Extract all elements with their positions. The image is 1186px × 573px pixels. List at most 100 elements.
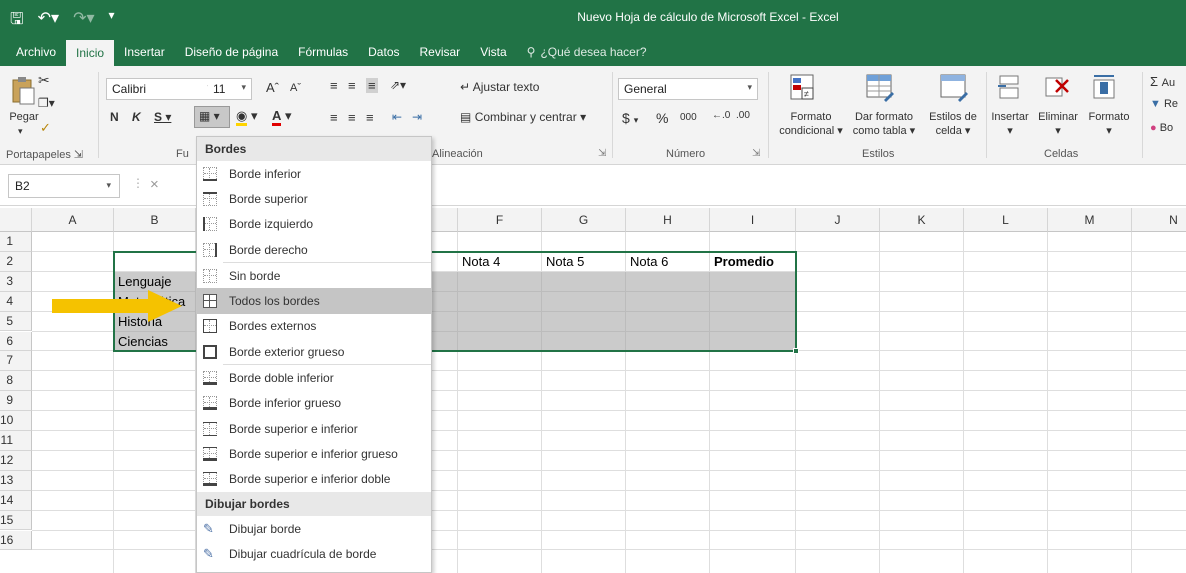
menu-item-none[interactable]: Sin borde [197, 263, 431, 288]
align-right-icon[interactable]: ≡ [366, 110, 374, 125]
column-header-l[interactable]: L [964, 208, 1048, 232]
column-header-k[interactable]: K [880, 208, 964, 232]
column-header-h[interactable]: H [626, 208, 710, 232]
tab-revisar[interactable]: Revisar [410, 38, 471, 66]
thousands-button[interactable]: 000 [680, 112, 697, 123]
column-header-i[interactable]: I [710, 208, 796, 232]
italic-button[interactable]: K [132, 110, 141, 124]
format-cells-icon[interactable] [1092, 74, 1118, 100]
insert-cells-icon[interactable] [996, 74, 1022, 100]
insert-cells-label[interactable]: Insertar ▾ [986, 110, 1034, 138]
spreadsheet-grid[interactable]: ABCDEFGHIJKLMN12345678910111213141516Not… [0, 208, 1186, 573]
cell-h2[interactable]: Nota 6 [630, 254, 668, 269]
decrease-decimal-icon[interactable]: .00 [736, 110, 750, 121]
column-header-f[interactable]: F [458, 208, 542, 232]
borders-button[interactable]: ▦ ▾ [194, 106, 230, 128]
column-header-m[interactable]: M [1048, 208, 1132, 232]
cell-b6[interactable]: Ciencias [118, 334, 168, 349]
menu-item-double[interactable]: Borde doble inferior [197, 365, 431, 390]
menu-item-topthick[interactable]: Borde superior e inferior grueso [197, 441, 431, 466]
paste-dropdown-icon[interactable]: ▾ [18, 126, 23, 137]
cancel-icon[interactable]: × [150, 176, 159, 193]
menu-item-topbottom[interactable]: Borde superior e inferior [197, 416, 431, 441]
align-top-icon[interactable]: ≡ [330, 78, 338, 93]
row-header-2[interactable]: 2 [0, 251, 32, 272]
align-center-icon[interactable]: ≡ [348, 110, 356, 125]
row-header-7[interactable]: 7 [0, 351, 32, 372]
grow-font-icon[interactable]: Aˆ [266, 80, 279, 95]
increase-decimal-icon[interactable]: ←.0 [712, 110, 730, 121]
tell-me-search[interactable]: ⚲ ¿Qué desea hacer? [517, 38, 657, 66]
fill-button[interactable]: ▼ Re [1150, 98, 1178, 110]
decrease-indent-icon[interactable]: ⇤ [392, 110, 402, 124]
paste-icon[interactable] [10, 76, 36, 105]
row-header-8[interactable]: 8 [0, 371, 32, 392]
row-header-16[interactable]: 16 [0, 530, 32, 551]
row-header-9[interactable]: 9 [0, 391, 32, 412]
wrap-text-button[interactable]: ↵ Ajustar texto [460, 80, 539, 94]
delete-cells-label[interactable]: Eliminar ▾ [1034, 110, 1082, 138]
menu-item-left[interactable]: Borde izquierdo [197, 212, 431, 237]
row-header-4[interactable]: 4 [0, 291, 32, 312]
row-header-11[interactable]: 11 [0, 431, 32, 451]
autosum-button[interactable]: Σ Au [1150, 74, 1175, 89]
dialog-launcher-icon[interactable]: ⇲ [74, 149, 83, 161]
column-header-j[interactable]: J [796, 208, 880, 232]
menu-item-thick[interactable]: Borde exterior grueso [197, 339, 431, 364]
paste-label[interactable]: Pegar [4, 110, 44, 124]
format-table-icon[interactable] [866, 74, 894, 102]
row-header-6[interactable]: 6 [0, 331, 32, 352]
menu-item-thickbottom[interactable]: Borde inferior grueso [197, 391, 431, 416]
menu-item-right[interactable]: Borde derecho [197, 237, 431, 262]
cell-f2[interactable]: Nota 4 [462, 254, 500, 269]
row-header-13[interactable]: 13 [0, 470, 32, 491]
conditional-format-label[interactable]: Formato condicional ▾ [776, 110, 846, 138]
row-header-14[interactable]: 14 [0, 490, 32, 511]
menu-item-draw-border-grid[interactable]: ✎ Dibujar cuadrícula de borde [197, 541, 431, 566]
cell-styles-label[interactable]: Estilos de celda ▾ [920, 110, 986, 138]
fill-handle[interactable] [793, 348, 799, 355]
conditional-format-icon[interactable]: ≠ [790, 74, 816, 100]
increase-indent-icon[interactable]: ⇥ [412, 110, 422, 124]
fill-color-icon[interactable]: ◉ ▾ [236, 108, 257, 126]
menu-item-topdouble[interactable]: Borde superior e inferior doble [197, 467, 431, 492]
align-middle-icon[interactable]: ≡ [348, 78, 356, 93]
tab-inicio[interactable]: Inicio [66, 40, 115, 66]
currency-button[interactable]: $ ▾ [622, 110, 638, 126]
font-name-combo[interactable]: Calibri▾ [106, 78, 218, 100]
menu-item-top[interactable]: Borde superior [197, 186, 431, 211]
column-header-n[interactable]: N [1132, 208, 1186, 232]
row-header-15[interactable]: 15 [0, 510, 32, 531]
copy-icon[interactable]: ❐▾ [38, 96, 55, 110]
delete-cells-icon[interactable] [1044, 74, 1070, 100]
tab-vista[interactable]: Vista [470, 38, 516, 66]
row-header-10[interactable]: 10 [0, 411, 32, 431]
menu-item-all[interactable]: Todos los bordes [197, 288, 431, 314]
row-header-3[interactable]: 3 [0, 271, 32, 292]
underline-button[interactable]: S ▾ [154, 110, 171, 124]
bold-button[interactable]: N [110, 110, 119, 124]
format-table-label[interactable]: Dar formato como tabla ▾ [846, 110, 922, 138]
shrink-font-icon[interactable]: Aˇ [290, 82, 301, 94]
column-header-b[interactable]: B [114, 208, 196, 232]
column-header-a[interactable]: A [32, 208, 114, 232]
select-all-corner[interactable] [0, 208, 32, 232]
align-left-icon[interactable]: ≡ [330, 110, 338, 125]
merge-center-button[interactable]: ▤ Combinar y centrar ▾ [460, 110, 586, 124]
menu-item-outside[interactable]: Bordes externos [197, 314, 431, 339]
cell-styles-icon[interactable] [940, 74, 968, 102]
row-header-12[interactable]: 12 [0, 450, 32, 471]
column-header-g[interactable]: G [542, 208, 626, 232]
cut-icon[interactable]: ✂ [38, 72, 50, 89]
align-bottom-icon[interactable]: ≡ [366, 78, 378, 93]
format-cells-label[interactable]: Formato ▾ [1084, 110, 1134, 138]
format-painter-icon[interactable]: ✓ [40, 120, 51, 136]
clear-button[interactable]: ● Bo [1150, 122, 1173, 134]
alignment-launcher-icon[interactable]: ⇲ [598, 148, 606, 159]
cell-g2[interactable]: Nota 5 [546, 254, 584, 269]
percent-button[interactable]: % [656, 110, 668, 126]
name-box[interactable]: B2 ▾ [8, 174, 120, 198]
font-color-icon[interactable]: A ▾ [272, 108, 292, 126]
menu-item-draw-border[interactable]: ✎ Dibujar borde [197, 516, 431, 541]
row-header-1[interactable]: 1 [0, 232, 32, 252]
